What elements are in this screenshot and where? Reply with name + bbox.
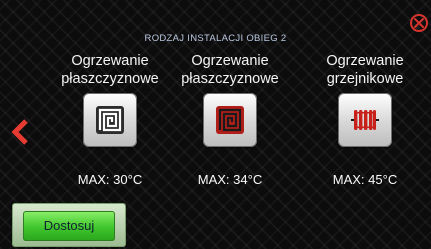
option-floor-heating-30[interactable]: Ogrzewanie płaszczyznowe MAX: 30°C	[60, 52, 160, 187]
option-label-line2: płaszczyznowe	[181, 71, 279, 87]
option-tile[interactable]	[83, 93, 137, 147]
option-label-line1: Ogrzewanie	[326, 53, 404, 69]
option-label-line1: Ogrzewanie	[71, 53, 149, 69]
option-label-line2: płaszczyznowe	[61, 71, 159, 87]
option-label: Ogrzewanie grzejnikowe	[315, 52, 415, 90]
option-label-line1: Ogrzewanie	[191, 53, 269, 69]
floor-heating-spiral-icon	[96, 106, 124, 134]
close-button[interactable]	[410, 14, 428, 32]
radiator-icon	[351, 110, 379, 130]
option-max-temp: MAX: 34°C	[197, 172, 263, 187]
screen-title: RODZAJ INSTALACJI OBIEG 2	[144, 33, 287, 44]
adjust-button-frame[interactable]: Dostosuj	[12, 203, 126, 247]
option-floor-heating-34[interactable]: Ogrzewanie płaszczyznowe MAX: 34°C	[180, 52, 280, 187]
option-tile[interactable]	[338, 93, 392, 147]
floor-heating-spiral-icon	[216, 106, 244, 134]
option-radiator-heating-45[interactable]: Ogrzewanie grzejnikowe MAX: 45°C	[315, 52, 415, 187]
option-tile[interactable]	[203, 93, 257, 147]
option-label: Ogrzewanie płaszczyznowe	[60, 52, 160, 90]
chevron-left-icon	[11, 119, 28, 145]
option-label: Ogrzewanie płaszczyznowe	[180, 52, 280, 90]
close-icon	[414, 18, 424, 28]
option-max-temp: MAX: 45°C	[332, 172, 398, 187]
option-max-temp: MAX: 30°C	[77, 172, 143, 187]
back-button[interactable]	[10, 118, 32, 146]
option-label-line2: grzejnikowe	[326, 71, 404, 87]
adjust-button[interactable]: Dostosuj	[23, 211, 115, 241]
